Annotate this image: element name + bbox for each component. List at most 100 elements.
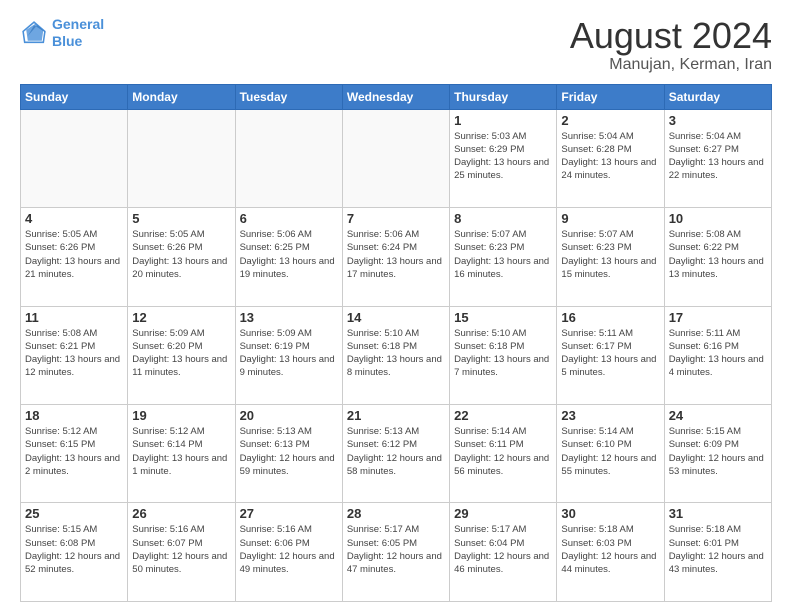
day-info: Sunrise: 5:17 AMSunset: 6:05 PMDaylight:… [347,523,445,576]
day-info: Sunrise: 5:04 AMSunset: 6:28 PMDaylight:… [561,130,659,183]
day-number: 31 [669,506,767,521]
calendar-cell: 21Sunrise: 5:13 AMSunset: 6:12 PMDayligh… [342,405,449,503]
day-header-sunday: Sunday [21,84,128,109]
day-header-saturday: Saturday [664,84,771,109]
day-number: 1 [454,113,552,128]
calendar-cell: 27 Sunrise: 5:16 AMSunset: 6:06 PMDayligh… [235,503,342,602]
calendar-cell: 4 Sunrise: 5:05 AMSunset: 6:26 PMDaylight… [21,208,128,306]
day-header-tuesday: Tuesday [235,84,342,109]
day-info: Sunrise: 5:06 AMSunset: 6:24 PMDaylight:… [347,228,445,281]
calendar-cell: 9Sunrise: 5:07 AMSunset: 6:23 PMDaylight… [557,208,664,306]
page: General Blue August 2024 Manujan, Kerman… [0,0,792,612]
day-number: 30 [561,506,659,521]
day-number: 22 [454,408,552,423]
day-info: Sunrise: 5:05 AMSunset: 6:26 PMDaylight:… [25,228,123,281]
calendar-week-2: 4 Sunrise: 5:05 AMSunset: 6:26 PMDaylight… [21,208,772,306]
day-info: Sunrise: 5:13 AMSunset: 6:13 PMDaylight:… [240,425,338,478]
day-header-monday: Monday [128,84,235,109]
day-number: 17 [669,310,767,325]
calendar-cell: 25Sunrise: 5:15 AMSunset: 6:08 PMDayligh… [21,503,128,602]
calendar-cell: 30 Sunrise: 5:18 AMSunset: 6:03 PMDayligh… [557,503,664,602]
day-info: Sunrise: 5:16 AMSunset: 6:06 PMDaylight:… [240,523,338,576]
day-header-wednesday: Wednesday [342,84,449,109]
day-info: Sunrise: 5:07 AMSunset: 6:23 PMDaylight:… [454,228,552,281]
day-number: 3 [669,113,767,128]
day-number: 20 [240,408,338,423]
day-info: Sunrise: 5:14 AMSunset: 6:11 PMDaylight:… [454,425,552,478]
day-number: 26 [132,506,230,521]
day-info: Sunrise: 5:18 AMSunset: 6:01 PMDaylight:… [669,523,767,576]
day-info: Sunrise: 5:18 AMSunset: 6:03 PMDaylight:… [561,523,659,576]
day-info: Sunrise: 5:14 AMSunset: 6:10 PMDaylight:… [561,425,659,478]
header: General Blue August 2024 Manujan, Kerman… [20,16,772,74]
calendar-table: SundayMondayTuesdayWednesdayThursdayFrid… [20,84,772,602]
calendar-week-3: 11Sunrise: 5:08 AMSunset: 6:21 PMDayligh… [21,306,772,404]
main-title: August 2024 [570,16,772,56]
day-info: Sunrise: 5:10 AMSunset: 6:18 PMDaylight:… [454,327,552,380]
calendar-cell: 28 Sunrise: 5:17 AMSunset: 6:05 PMDayligh… [342,503,449,602]
calendar-cell: 31 Sunrise: 5:18 AMSunset: 6:01 PMDayligh… [664,503,771,602]
calendar-header-row: SundayMondayTuesdayWednesdayThursdayFrid… [21,84,772,109]
calendar-cell: 6 Sunrise: 5:06 AMSunset: 6:25 PMDaylight… [235,208,342,306]
calendar-cell: 15 Sunrise: 5:10 AMSunset: 6:18 PMDayligh… [450,306,557,404]
calendar-week-5: 25Sunrise: 5:15 AMSunset: 6:08 PMDayligh… [21,503,772,602]
calendar-week-1: 1 Sunrise: 5:03 AMSunset: 6:29 PMDaylight… [21,109,772,207]
calendar-cell: 3 Sunrise: 5:04 AMSunset: 6:27 PMDaylight… [664,109,771,207]
day-number: 28 [347,506,445,521]
logo-text: General Blue [52,16,104,50]
logo-icon [20,19,48,47]
day-number: 6 [240,211,338,226]
day-info: Sunrise: 5:03 AMSunset: 6:29 PMDaylight:… [454,130,552,183]
calendar-cell: 17Sunrise: 5:11 AMSunset: 6:16 PMDayligh… [664,306,771,404]
day-number: 13 [240,310,338,325]
day-info: Sunrise: 5:06 AMSunset: 6:25 PMDaylight:… [240,228,338,281]
day-info: Sunrise: 5:15 AMSunset: 6:08 PMDaylight:… [25,523,123,576]
day-info: Sunrise: 5:12 AMSunset: 6:15 PMDaylight:… [25,425,123,478]
day-info: Sunrise: 5:09 AMSunset: 6:20 PMDaylight:… [132,327,230,380]
title-block: August 2024 Manujan, Kerman, Iran [570,16,772,74]
day-header-friday: Friday [557,84,664,109]
day-info: Sunrise: 5:17 AMSunset: 6:04 PMDaylight:… [454,523,552,576]
day-info: Sunrise: 5:04 AMSunset: 6:27 PMDaylight:… [669,130,767,183]
day-number: 23 [561,408,659,423]
calendar-cell: 11Sunrise: 5:08 AMSunset: 6:21 PMDayligh… [21,306,128,404]
calendar-cell: 12Sunrise: 5:09 AMSunset: 6:20 PMDayligh… [128,306,235,404]
calendar-cell: 2 Sunrise: 5:04 AMSunset: 6:28 PMDaylight… [557,109,664,207]
day-number: 8 [454,211,552,226]
calendar-cell: 8 Sunrise: 5:07 AMSunset: 6:23 PMDaylight… [450,208,557,306]
calendar-cell: 22 Sunrise: 5:14 AMSunset: 6:11 PMDayligh… [450,405,557,503]
day-info: Sunrise: 5:11 AMSunset: 6:17 PMDaylight:… [561,327,659,380]
calendar-cell: 7 Sunrise: 5:06 AMSunset: 6:24 PMDaylight… [342,208,449,306]
subtitle: Manujan, Kerman, Iran [570,56,772,74]
day-info: Sunrise: 5:10 AMSunset: 6:18 PMDaylight:… [347,327,445,380]
calendar-cell: 24Sunrise: 5:15 AMSunset: 6:09 PMDayligh… [664,405,771,503]
day-number: 2 [561,113,659,128]
day-info: Sunrise: 5:09 AMSunset: 6:19 PMDaylight:… [240,327,338,380]
calendar-week-4: 18Sunrise: 5:12 AMSunset: 6:15 PMDayligh… [21,405,772,503]
calendar-cell [128,109,235,207]
day-number: 24 [669,408,767,423]
calendar-cell: 1 Sunrise: 5:03 AMSunset: 6:29 PMDaylight… [450,109,557,207]
day-number: 27 [240,506,338,521]
day-number: 4 [25,211,123,226]
day-header-thursday: Thursday [450,84,557,109]
day-info: Sunrise: 5:07 AMSunset: 6:23 PMDaylight:… [561,228,659,281]
calendar-cell [342,109,449,207]
calendar-cell: 26 Sunrise: 5:16 AMSunset: 6:07 PMDayligh… [128,503,235,602]
day-number: 7 [347,211,445,226]
day-number: 15 [454,310,552,325]
calendar-cell: 29Sunrise: 5:17 AMSunset: 6:04 PMDayligh… [450,503,557,602]
day-info: Sunrise: 5:12 AMSunset: 6:14 PMDaylight:… [132,425,230,478]
calendar-cell: 23 Sunrise: 5:14 AMSunset: 6:10 PMDayligh… [557,405,664,503]
day-number: 19 [132,408,230,423]
day-info: Sunrise: 5:08 AMSunset: 6:22 PMDaylight:… [669,228,767,281]
logo-line1: General [52,16,104,32]
day-info: Sunrise: 5:16 AMSunset: 6:07 PMDaylight:… [132,523,230,576]
day-number: 16 [561,310,659,325]
day-info: Sunrise: 5:13 AMSunset: 6:12 PMDaylight:… [347,425,445,478]
calendar-cell: 20 Sunrise: 5:13 AMSunset: 6:13 PMDayligh… [235,405,342,503]
day-number: 10 [669,211,767,226]
calendar-cell [235,109,342,207]
calendar-cell: 10 Sunrise: 5:08 AMSunset: 6:22 PMDayligh… [664,208,771,306]
calendar-cell: 19 Sunrise: 5:12 AMSunset: 6:14 PMDayligh… [128,405,235,503]
